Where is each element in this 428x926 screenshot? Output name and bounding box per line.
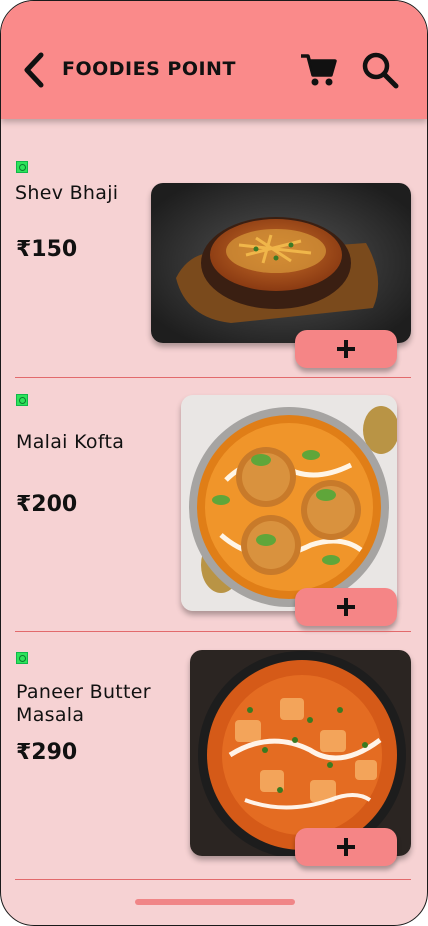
- divider: [15, 377, 411, 378]
- app-header: FOODIES POINT: [1, 1, 427, 119]
- divider: [15, 879, 411, 880]
- item-price: ₹150: [16, 237, 78, 262]
- item-name: Paneer Butter Masala: [16, 681, 151, 726]
- divider: [15, 631, 411, 632]
- veg-icon: [16, 652, 28, 664]
- add-to-cart-button[interactable]: [295, 588, 397, 626]
- search-icon[interactable]: [361, 51, 399, 89]
- item-price: ₹290: [16, 740, 78, 765]
- item-name: Malai Kofta: [16, 431, 125, 453]
- veg-icon: [16, 394, 28, 406]
- paneer-butter-masala-photo: [190, 650, 411, 856]
- add-to-cart-button[interactable]: [295, 828, 397, 866]
- item-name: Shev Bhaji: [15, 182, 119, 204]
- plus-icon: [337, 340, 355, 358]
- veg-icon: [16, 161, 28, 173]
- home-indicator[interactable]: [135, 899, 295, 905]
- add-to-cart-button[interactable]: [295, 330, 397, 368]
- malai-kofta-photo: [181, 395, 397, 611]
- phone-frame: FOODIES POINT Shev Bhaji ₹150 Malai Koft…: [0, 0, 428, 926]
- app-title: FOODIES POINT: [62, 58, 236, 80]
- shev-bhaji-photo: [151, 183, 411, 343]
- plus-icon: [337, 838, 355, 856]
- back-arrow-icon[interactable]: [19, 51, 51, 89]
- cart-icon[interactable]: [299, 51, 337, 87]
- item-price: ₹200: [16, 492, 78, 517]
- plus-icon: [337, 598, 355, 616]
